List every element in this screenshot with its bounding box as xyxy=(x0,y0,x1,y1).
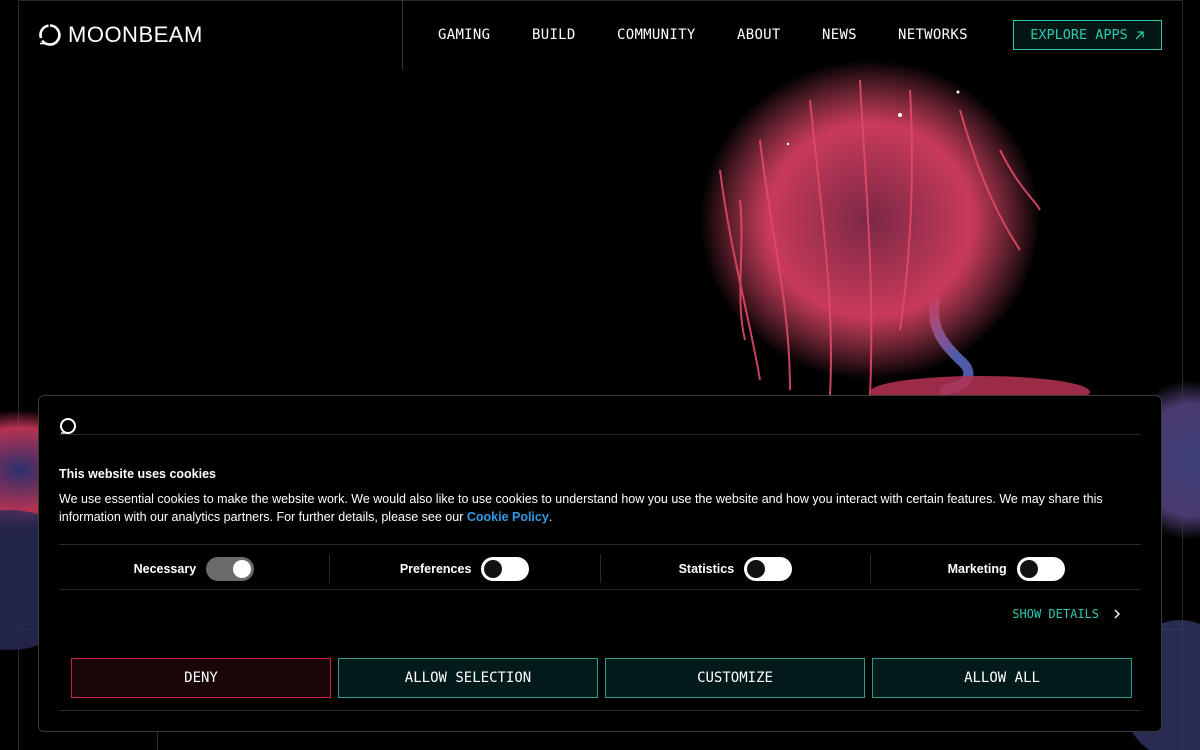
toggle-preferences: Preferences xyxy=(330,554,601,583)
allow-selection-button[interactable]: ALLOW SELECTION xyxy=(338,658,598,698)
allow-all-button[interactable]: ALLOW ALL xyxy=(872,658,1132,698)
cookie-body-period: . xyxy=(548,509,553,524)
nav-item-gaming[interactable]: GAMING xyxy=(438,27,490,43)
statistics-switch[interactable] xyxy=(744,556,793,581)
chevron-right-icon xyxy=(1114,609,1120,619)
cookie-description: We use essential cookies to make the web… xyxy=(59,491,1139,526)
frame-line-right xyxy=(1182,0,1183,750)
frame-line-bottom xyxy=(157,732,158,750)
switch-knob xyxy=(484,559,503,578)
moonbeam-logo-icon xyxy=(39,24,61,46)
brand-logo[interactable]: MOONBEAM xyxy=(38,22,203,48)
show-details-link[interactable]: SHOW DETAILS xyxy=(1012,607,1121,621)
cookie-policy-link[interactable]: Cookie Policy xyxy=(467,510,549,524)
divider xyxy=(59,544,1141,545)
switch-knob xyxy=(233,559,252,578)
divider xyxy=(59,434,1141,435)
customize-button[interactable]: CUSTOMIZE xyxy=(605,658,865,698)
nav-divider xyxy=(402,0,403,70)
show-details-label: SHOW DETAILS xyxy=(1012,607,1099,621)
switch-knob xyxy=(1019,559,1038,578)
switch-knob xyxy=(747,559,766,578)
consent-toggles: Necessary Preferences Statistics Marketi… xyxy=(59,546,1141,591)
preferences-switch[interactable] xyxy=(481,556,530,581)
divider xyxy=(59,710,1141,711)
necessary-switch[interactable] xyxy=(206,556,255,581)
cookiebot-logo-icon xyxy=(60,418,76,434)
explore-apps-button[interactable]: EXPLORE APPS xyxy=(1013,20,1162,50)
nav-item-news[interactable]: NEWS xyxy=(822,27,857,43)
nav-item-networks[interactable]: NETWORKS xyxy=(898,27,968,43)
deny-button[interactable]: DENY xyxy=(71,658,331,698)
toggle-label: Necessary xyxy=(133,561,197,576)
cookie-body-text: We use essential cookies to make the web… xyxy=(59,492,1103,524)
toggle-statistics: Statistics xyxy=(601,554,872,583)
frame-line-left xyxy=(18,0,19,750)
toggle-label: Statistics xyxy=(678,561,735,576)
nav-item-community[interactable]: COMMUNITY xyxy=(617,27,696,43)
brand-name: MOONBEAM xyxy=(68,22,203,47)
marketing-switch[interactable] xyxy=(1016,556,1065,581)
divider xyxy=(59,589,1141,590)
cookie-title: This website uses cookies xyxy=(59,467,217,481)
arrow-up-right-icon xyxy=(1135,30,1144,39)
toggle-marketing: Marketing xyxy=(871,554,1141,583)
cookie-consent-dialog: This website uses cookies We use essenti… xyxy=(38,395,1162,732)
cookie-action-buttons: DENY ALLOW SELECTION CUSTOMIZE ALLOW ALL xyxy=(71,658,1132,698)
nav-item-about[interactable]: ABOUT xyxy=(737,27,781,43)
toggle-label: Preferences xyxy=(399,561,472,576)
main-nav: GAMING BUILD COMMUNITY ABOUT NEWS NETWOR… xyxy=(438,27,968,43)
toggle-necessary: Necessary xyxy=(59,554,330,583)
frame-line-top xyxy=(18,0,1182,1)
explore-apps-label: EXPLORE APPS xyxy=(1030,27,1128,43)
toggle-label: Marketing xyxy=(947,561,1007,576)
nav-item-build[interactable]: BUILD xyxy=(532,27,576,43)
